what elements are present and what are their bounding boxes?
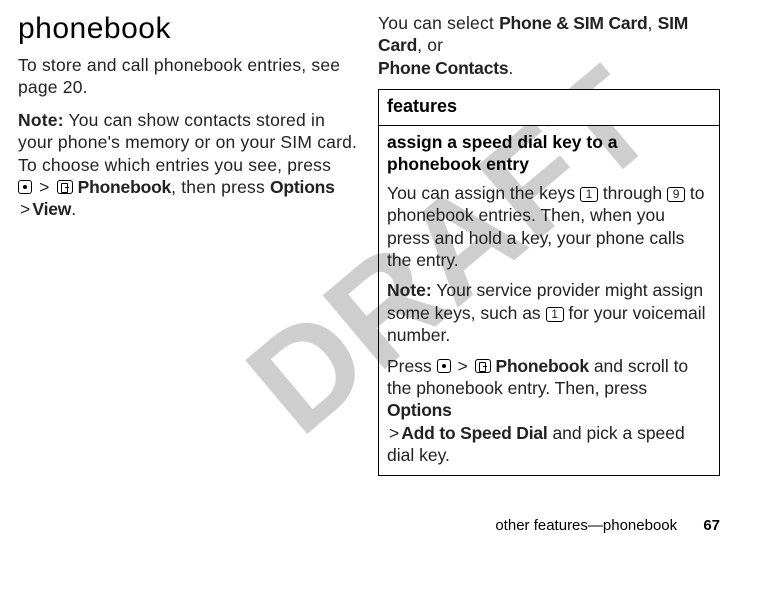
feature-title: assign a speed dial key to a phonebook e… — [387, 132, 711, 176]
table-row: assign a speed dial key to a phonebook e… — [379, 126, 720, 475]
gt-separator: > — [18, 199, 32, 219]
opt-phone-contacts: Phone Contacts — [378, 58, 508, 78]
note-label: Note: — [387, 280, 432, 300]
gt-separator: > — [387, 423, 401, 443]
key-9-icon: 9 — [667, 187, 685, 202]
features-table: features assign a speed dial key to a ph… — [378, 89, 720, 475]
p1b: through — [598, 183, 667, 203]
nav-then: , then press — [171, 177, 270, 197]
key-1-icon: 1 — [580, 187, 598, 202]
intro-paragraph: To store and call phonebook entries, see… — [18, 54, 360, 99]
gt-separator: > — [37, 177, 51, 197]
right-column: You can select Phone & SIM Card, SIM Car… — [378, 12, 720, 476]
right-intro: You can select Phone & SIM Card, SIM Car… — [378, 12, 720, 79]
intro-end: . — [508, 58, 513, 78]
center-key-icon — [437, 359, 451, 373]
left-column: phonebook To store and call phonebook en… — [18, 12, 360, 476]
page-heading: phonebook — [18, 12, 360, 46]
table-header: features — [379, 90, 720, 126]
footer-section: other features—phonebook — [495, 517, 677, 534]
opt-phone-sim: Phone & SIM Card — [499, 13, 647, 33]
phonebook-icon — [57, 180, 73, 194]
p3a: Press — [387, 356, 437, 376]
center-key-icon — [18, 180, 32, 194]
nav-add-speed-dial: Add to Speed Dial — [401, 423, 547, 443]
nav-phonebook: Phonebook — [495, 356, 588, 376]
nav-options: Options — [270, 177, 335, 197]
gt-separator: > — [455, 356, 469, 376]
note-paragraph: Note: You can show contacts stored in yo… — [18, 109, 360, 221]
p1a: You can assign the keys — [387, 183, 580, 203]
nav-view: View — [32, 199, 71, 219]
right-intro-lead: You can select — [378, 13, 499, 33]
sep: , or — [417, 35, 443, 55]
key-1-icon: 1 — [546, 307, 564, 322]
phonebook-icon — [475, 359, 491, 373]
nav-period: . — [71, 199, 76, 219]
nav-phonebook: Phonebook — [78, 177, 171, 197]
feature-p3: Press > Phonebook and scroll to the phon… — [387, 355, 711, 467]
page-footer: other features—phonebook 67 — [495, 517, 720, 534]
feature-p1: You can assign the keys 1 through 9 to p… — [387, 182, 711, 272]
feature-note: Note: Your service provider might assign… — [387, 279, 711, 346]
feature-cell: assign a speed dial key to a phonebook e… — [379, 126, 720, 475]
nav-options: Options — [387, 400, 452, 420]
sep: , — [648, 13, 658, 33]
note-body: You can show contacts stored in your pho… — [18, 110, 357, 175]
page-number: 67 — [703, 517, 720, 534]
table-header-row: features — [379, 90, 720, 126]
note-label: Note: — [18, 110, 64, 130]
